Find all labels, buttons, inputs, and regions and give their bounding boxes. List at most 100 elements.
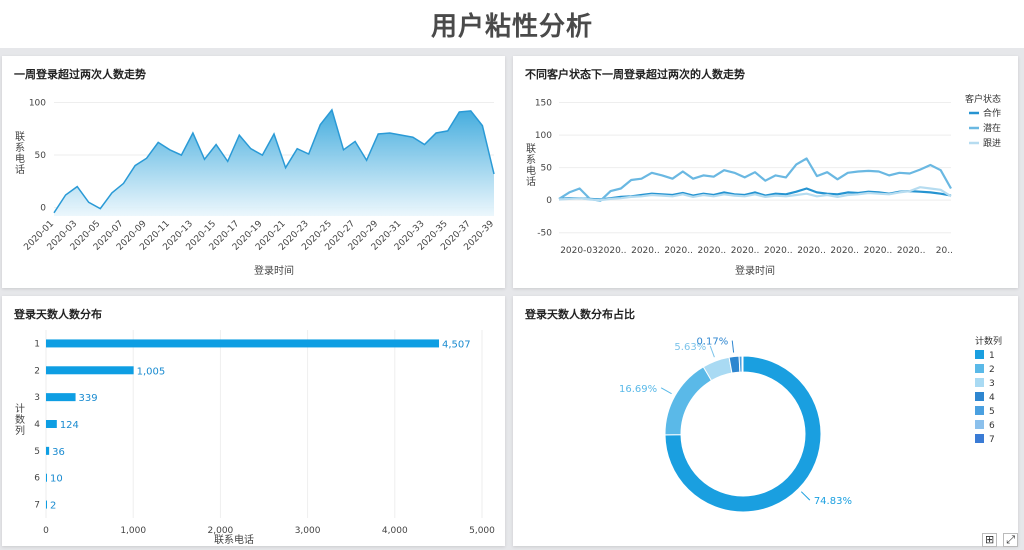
area-y-axis-title: 联系电话 <box>15 131 25 176</box>
line-y-tick-label: 0 <box>546 196 552 206</box>
line-x-tick-label: 2020.. <box>797 246 826 256</box>
area-x-axis-title: 登录时间 <box>254 264 294 277</box>
area-y-axis-char: 电 <box>15 152 25 165</box>
donut-label-leader <box>660 387 672 395</box>
donut-percent-label: 0.17% <box>696 337 728 348</box>
line-x-tick-label: 2020.. <box>897 246 926 256</box>
grid-icon[interactable]: ⊞ <box>981 533 998 547</box>
line-x-tick-label: 2020.. <box>864 246 893 256</box>
bar-x-tick-label: 3,000 <box>295 526 321 536</box>
donut-legend-swatch <box>975 364 984 373</box>
bar-chart-panel[interactable]: 登录天数人数分布 0 1,000 2,000 3,000 4,000 5,000 1 4,50… <box>2 296 505 546</box>
line-legend-label: 合作 <box>983 107 1001 119</box>
bar-value-label: 339 <box>79 393 98 404</box>
area-chart-panel[interactable]: 一周登录超过两次人数走势 0 50 100 2020-01 2020-03 2020-05… <box>2 56 505 288</box>
line-legend-title: 客户状态 <box>965 93 1001 105</box>
donut-legend-label: 6 <box>989 421 995 431</box>
donut-legend-swatch <box>975 420 984 429</box>
line-x-tick-label: 2020.. <box>764 246 793 256</box>
bar-value-label: 10 <box>50 474 63 485</box>
expand-icon[interactable]: ⤢ <box>1003 533 1018 547</box>
bar-y-axis-char: 数 <box>15 413 25 426</box>
area-y-tick-label: 50 <box>35 151 47 161</box>
line-x-tick-label: 2020.. <box>664 246 693 256</box>
donut-legend-swatch <box>975 378 984 387</box>
area-y-tick-label: 100 <box>29 99 46 109</box>
bar-category-label: 2 <box>34 366 40 376</box>
bar-mark <box>46 500 47 509</box>
bar-mark <box>46 473 47 482</box>
line-x-tick-label: 2020.. <box>731 246 760 256</box>
line-legend-label: 跟进 <box>983 138 1001 149</box>
bar-category-label: 5 <box>34 447 40 457</box>
donut-slice-2 <box>664 366 713 436</box>
bar-value-label: 2 <box>50 501 56 512</box>
line-legend-label: 潜在 <box>983 122 1001 134</box>
donut-legend-swatch <box>975 350 984 359</box>
bar-value-label: 4,507 <box>442 339 471 350</box>
donut-legend-label: 5 <box>989 407 995 417</box>
donut-legend-label: 2 <box>989 365 995 375</box>
area-chart: 0501002020-012020-032020-052020-072020-0… <box>15 99 496 277</box>
bar-x-tick-label: 5,000 <box>469 526 495 536</box>
area-y-axis-char: 话 <box>15 164 25 176</box>
bar-category-label: 6 <box>34 474 40 484</box>
area-y-axis-char: 系 <box>15 142 25 154</box>
line-x-tick-label: 2020.. <box>698 246 727 256</box>
donut-legend-label: 4 <box>989 393 995 403</box>
donut-label-leader <box>731 340 735 353</box>
donut-legend-swatch <box>975 392 984 401</box>
bar-category-label: 4 <box>34 420 40 430</box>
line-chart-panel[interactable]: 不同客户状态下一周登录超过两次的人数走势 -50 0 50 100 150 2020-03… <box>513 56 1018 288</box>
bar-category-label: 3 <box>34 393 40 403</box>
donut-legend-swatch <box>975 406 984 415</box>
donut-chart: 74.83%16.69%5.63%0.17% 计数列1234567 <box>619 335 1002 513</box>
bar-category-label: 7 <box>34 501 40 511</box>
line-x-tick-label: 2020.. <box>598 246 627 256</box>
donut-legend-label: 7 <box>989 435 995 445</box>
line-x-tick-label: 2020.. <box>631 246 660 256</box>
bar-y-axis-char: 列 <box>15 424 25 437</box>
line-y-axis-char: 电 <box>526 164 536 177</box>
bar-mark <box>46 393 76 402</box>
line-x-axis-title: 登录时间 <box>735 264 775 277</box>
line-y-axis-char: 系 <box>526 154 536 166</box>
bar-mark <box>46 420 57 428</box>
bar-mark <box>46 446 50 455</box>
bar-x-axis-title: 联系电话 <box>214 533 254 546</box>
bar-y-axis-char: 计 <box>15 402 25 415</box>
bar-value-label: 36 <box>52 447 65 458</box>
bar-chart: 0 1,000 2,000 3,000 4,000 5,0001 4,5072 1,0053 3… <box>15 330 495 546</box>
bar-category-label: 1 <box>34 339 40 349</box>
line-x-tick-label: 20.. <box>936 246 953 256</box>
line-y-axis-char: 话 <box>526 176 536 188</box>
donut-percent-label: 74.83% <box>814 496 852 507</box>
page-title: 用户粘性分析 <box>430 11 593 42</box>
donut-chart-panel[interactable]: 登录天数人数分布占比 74.83% 16.69% 5.63% 0.17% 计数列 1 2 3 4… <box>513 296 1018 546</box>
line-x-tick-label: 2020-03 <box>560 246 598 256</box>
line-x-tick-label: 2020.. <box>830 246 859 256</box>
line-y-tick-label: -50 <box>537 229 552 239</box>
donut-percent-label: 16.69% <box>619 384 657 395</box>
bar-mark <box>46 339 440 348</box>
area-y-tick-label: 0 <box>40 204 46 214</box>
line-y-axis-title: 联系电话 <box>526 143 536 188</box>
donut-legend-title: 计数列 <box>975 335 1002 347</box>
donut-legend-label: 3 <box>989 379 995 389</box>
area-y-axis-char: 联 <box>15 131 25 143</box>
bar-y-axis-title: 计数列 <box>15 402 25 437</box>
corner-toolbar: ⊞ ⤢ <box>981 533 1018 547</box>
bar-value-label: 1,005 <box>137 366 166 377</box>
bar-x-tick-label: 1,000 <box>120 526 146 536</box>
donut-legend-swatch <box>975 434 984 443</box>
line-y-axis-char: 联 <box>526 143 536 155</box>
line-y-tick-label: 150 <box>535 99 552 109</box>
area-series-fill <box>54 109 494 216</box>
line-chart: -500501001502020-03 2020.. 2020.. 2020.. 202… <box>526 93 1001 277</box>
line-y-tick-label: 50 <box>541 164 553 174</box>
bar-mark <box>46 366 134 375</box>
bar-x-tick-label: 0 <box>43 526 49 536</box>
page-header: 用户粘性分析 <box>0 0 1024 48</box>
donut-label-leader <box>800 491 811 501</box>
bar-x-tick-label: 4,000 <box>382 526 408 536</box>
